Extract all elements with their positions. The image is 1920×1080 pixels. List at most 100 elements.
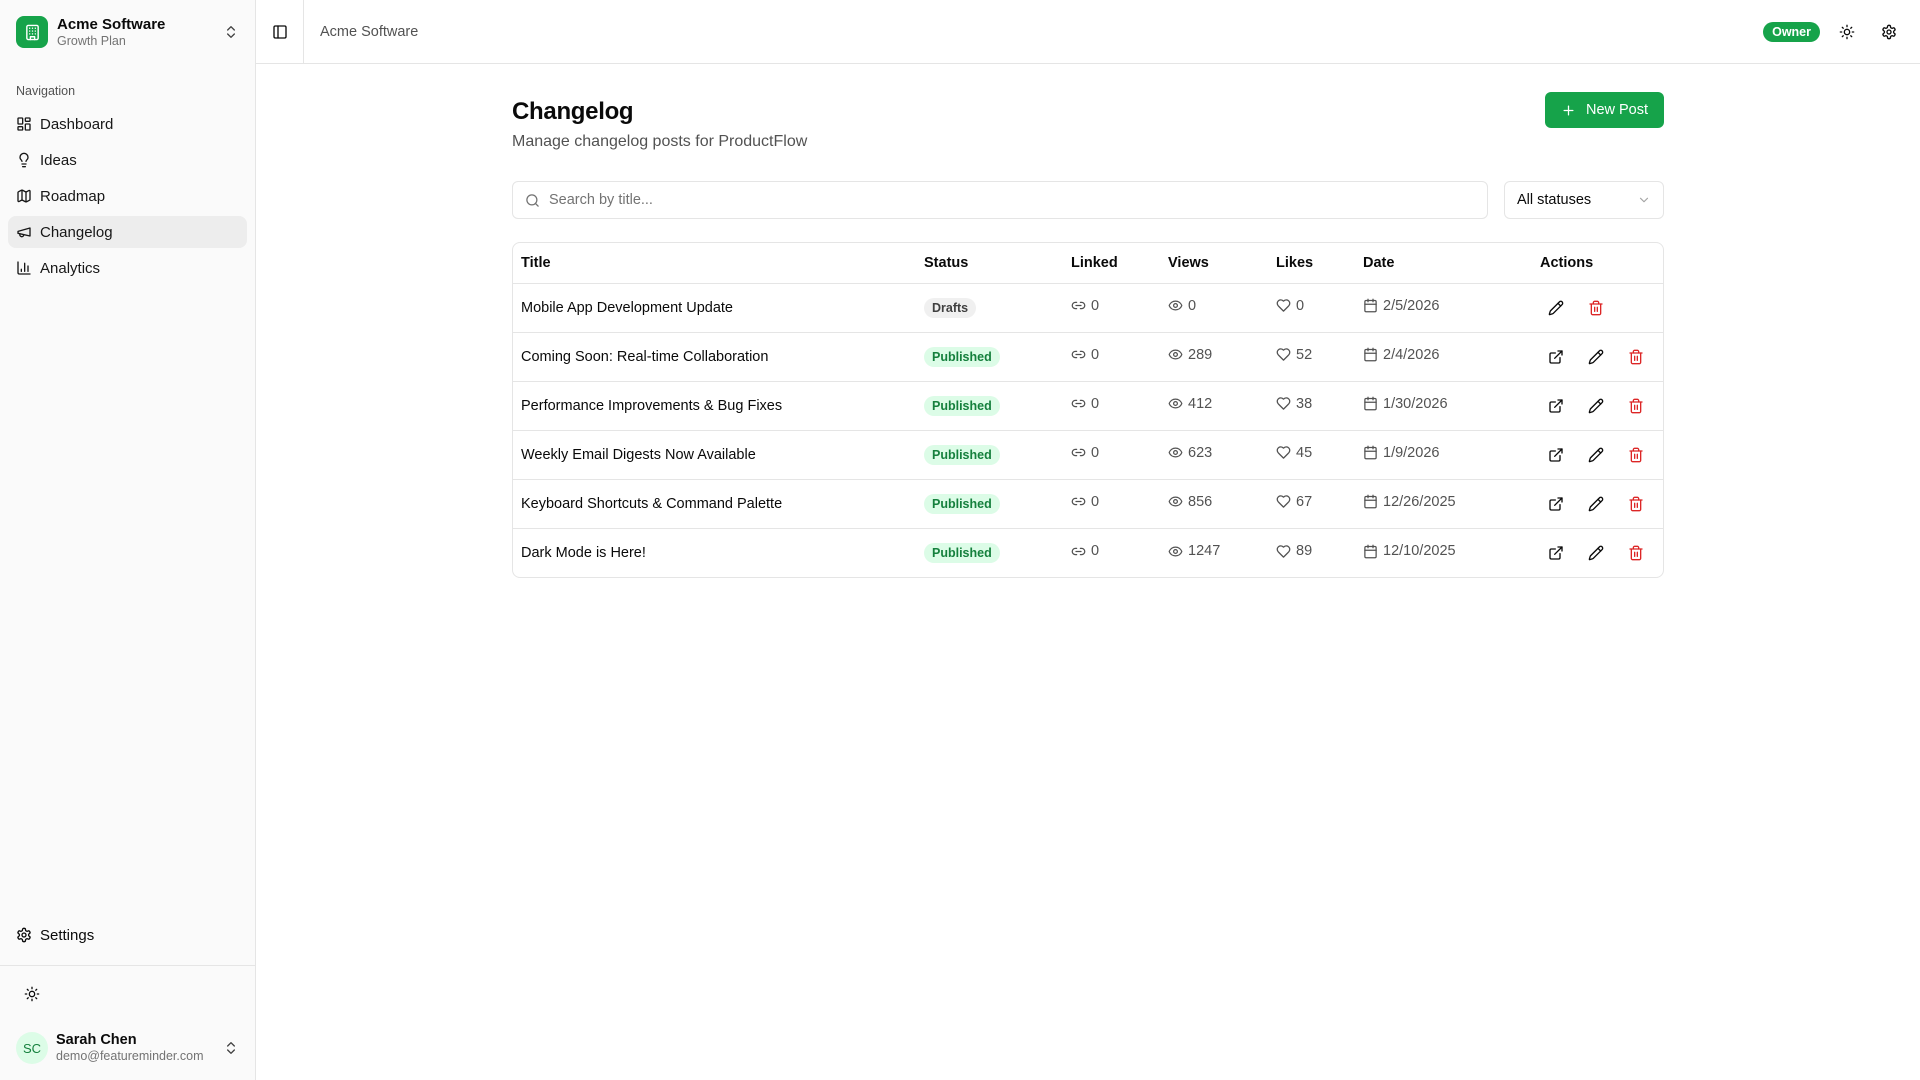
- sidebar-item-roadmap[interactable]: Roadmap: [8, 180, 247, 212]
- user-menu[interactable]: SC Sarah Chen demo@featureminder.com: [0, 1020, 255, 1076]
- edit-post-button[interactable]: [1580, 390, 1612, 422]
- delete-post-button[interactable]: [1620, 488, 1652, 520]
- likes-count: 52: [1296, 346, 1313, 363]
- status-cell: Published: [916, 380, 1063, 430]
- calendar-icon: [1364, 347, 1377, 362]
- column-header-date: Date: [1363, 254, 1395, 271]
- status-cell: Published: [916, 429, 1063, 479]
- edit-post-button[interactable]: [1580, 341, 1612, 373]
- linked-count: 0: [1091, 543, 1100, 559]
- chevrons-up-down-icon: [227, 26, 235, 38]
- map-icon: [17, 189, 31, 203]
- likes-count: 0: [1296, 297, 1305, 314]
- new-post-button[interactable]: New Post: [1545, 92, 1664, 128]
- likes-count: 38: [1296, 395, 1313, 412]
- view-post-button[interactable]: [1540, 488, 1572, 520]
- likes-count: 67: [1296, 493, 1313, 510]
- pencil-icon: [1588, 349, 1604, 364]
- view-post-button[interactable]: [1540, 390, 1572, 422]
- sidebar-item-changelog[interactable]: Changelog: [8, 216, 247, 248]
- org-name: Acme Software: [57, 15, 166, 33]
- pencil-icon: [1588, 545, 1604, 561]
- search-box: [512, 181, 1488, 219]
- date-cell: 1/30/2026: [1355, 380, 1532, 430]
- table-body: Mobile App Development Update Drafts 0 0…: [513, 282, 1663, 577]
- chevron-down-icon: [1639, 197, 1649, 203]
- views-count: 1247: [1188, 543, 1221, 559]
- post-date: 12/26/2025: [1383, 493, 1456, 510]
- trash-icon: [1629, 398, 1643, 413]
- external-link-icon: [1549, 447, 1563, 462]
- status-cell: Published: [916, 331, 1063, 381]
- linked-cell: 0: [1063, 380, 1160, 430]
- delete-post-button[interactable]: [1580, 292, 1612, 324]
- edit-post-button[interactable]: [1540, 292, 1572, 324]
- row-actions: [1540, 537, 1655, 569]
- column-header-likes: Likes: [1276, 254, 1314, 271]
- link-icon: [1071, 302, 1086, 310]
- likes-cell: 0: [1268, 282, 1355, 332]
- sun-icon: [24, 986, 40, 1002]
- views-count: 856: [1188, 493, 1213, 510]
- lightbulb-icon: [19, 152, 29, 168]
- likes-cell: 45: [1268, 429, 1355, 479]
- likes-count: 45: [1296, 444, 1313, 461]
- row-actions: [1540, 341, 1655, 373]
- delete-post-button[interactable]: [1620, 439, 1652, 471]
- delete-post-button[interactable]: [1620, 341, 1652, 373]
- page-title: Changelog: [512, 98, 634, 125]
- status-cell: Published: [916, 527, 1063, 577]
- views-cell: 412: [1160, 380, 1268, 430]
- view-post-button[interactable]: [1540, 341, 1572, 373]
- table-row[interactable]: Weekly Email Digests Now Available Publi…: [513, 429, 1663, 479]
- column-header-status: Status: [924, 254, 969, 271]
- status-filter-select[interactable]: All statuses: [1504, 181, 1664, 219]
- search-input[interactable]: [549, 192, 1475, 208]
- sidebar-item-settings[interactable]: Settings: [8, 919, 247, 951]
- trash-icon: [1629, 447, 1643, 462]
- sun-icon: [1839, 24, 1855, 40]
- likes-cell: 38: [1268, 380, 1355, 430]
- table-row[interactable]: Coming Soon: Real-time Collaboration Pub…: [513, 331, 1663, 381]
- table-row[interactable]: Keyboard Shortcuts & Command Palette Pub…: [513, 478, 1663, 528]
- plus-icon: [1563, 105, 1574, 115]
- page-header: Changelog Manage changelog posts for Pro…: [512, 92, 1664, 151]
- table-row[interactable]: Dark Mode is Here! Published 0 1247 89 1…: [513, 527, 1663, 577]
- sidebar-item-dashboard[interactable]: Dashboard: [8, 108, 247, 140]
- delete-post-button[interactable]: [1620, 537, 1652, 569]
- sidebar-toggle-button[interactable]: [256, 0, 304, 63]
- status-badge: Published: [924, 346, 1000, 367]
- theme-toggle-button[interactable]: [1832, 17, 1862, 47]
- sidebar-item-ideas[interactable]: Ideas: [8, 144, 247, 176]
- settings-button[interactable]: [1874, 17, 1904, 47]
- view-post-button[interactable]: [1540, 439, 1572, 471]
- views-cell: 1247: [1160, 527, 1268, 577]
- edit-post-button[interactable]: [1580, 488, 1612, 520]
- status-badge: Published: [924, 444, 1000, 465]
- heart-icon: [1276, 495, 1291, 508]
- org-info: Acme Software Growth Plan: [57, 16, 223, 49]
- topbar-actions: Owner: [1763, 0, 1904, 64]
- theme-toggle-button[interactable]: [16, 978, 48, 1010]
- post-title: Keyboard Shortcuts & Command Palette: [513, 478, 916, 528]
- edit-post-button[interactable]: [1580, 439, 1612, 471]
- org-switcher[interactable]: Acme Software Growth Plan: [0, 0, 255, 64]
- sidebar-item-label: Roadmap: [40, 187, 106, 205]
- delete-post-button[interactable]: [1620, 390, 1652, 422]
- divider: [0, 965, 255, 966]
- sidebar-footer: Settings SC Sarah Chen demo@featureminde…: [0, 919, 255, 1080]
- sidebar-item-label: Settings: [40, 926, 95, 944]
- table-row[interactable]: Performance Improvements & Bug Fixes Pub…: [513, 380, 1663, 430]
- sidebar-item-analytics[interactable]: Analytics: [8, 252, 247, 284]
- topbar: Acme Software Owner: [256, 0, 1920, 64]
- pencil-icon: [1588, 398, 1604, 413]
- link-icon: [1071, 351, 1086, 359]
- table-row[interactable]: Mobile App Development Update Drafts 0 0…: [513, 282, 1663, 332]
- main-area: Acme Software Owner Changelog Manage cha…: [256, 0, 1920, 1080]
- edit-post-button[interactable]: [1580, 537, 1612, 569]
- calendar-icon: [1364, 494, 1377, 509]
- view-post-button[interactable]: [1540, 537, 1572, 569]
- post-title: Performance Improvements & Bug Fixes: [513, 380, 916, 430]
- external-link-icon: [1549, 398, 1563, 413]
- linked-count: 0: [1091, 297, 1100, 314]
